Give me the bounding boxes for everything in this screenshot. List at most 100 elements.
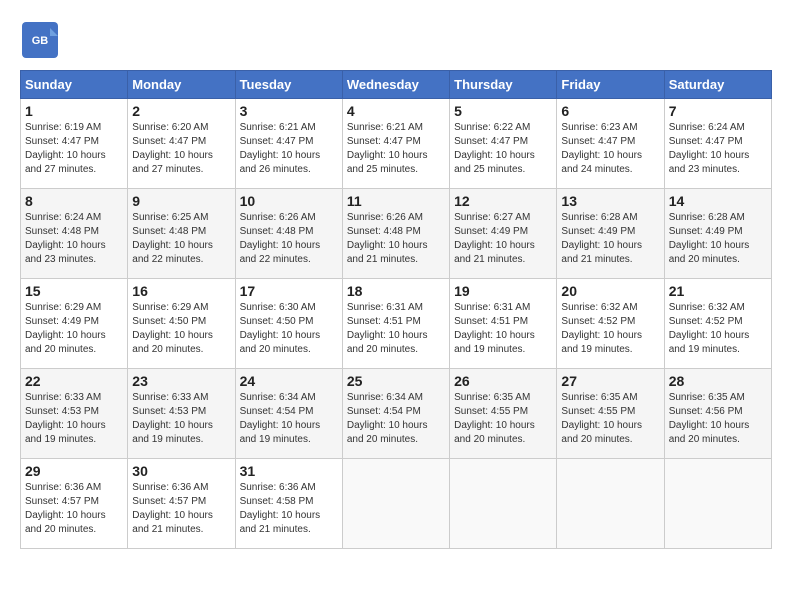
day-info: Sunrise: 6:31 AM Sunset: 4:51 PM Dayligh… bbox=[347, 301, 445, 357]
day-info: Sunrise: 6:26 AM Sunset: 4:48 PM Dayligh… bbox=[347, 211, 445, 267]
weekday-header: Thursday bbox=[450, 71, 557, 99]
weekday-header: Monday bbox=[128, 71, 235, 99]
day-info: Sunrise: 6:23 AM Sunset: 4:47 PM Dayligh… bbox=[561, 121, 659, 177]
calendar-cell: 2 Sunrise: 6:20 AM Sunset: 4:47 PM Daylig… bbox=[128, 99, 235, 189]
calendar-cell bbox=[342, 459, 449, 549]
day-number: 17 bbox=[240, 283, 338, 299]
day-number: 23 bbox=[132, 373, 230, 389]
calendar-table: SundayMondayTuesdayWednesdayThursdayFrid… bbox=[20, 70, 772, 549]
day-number: 22 bbox=[25, 373, 123, 389]
calendar-week-row: 1Sunrise: 6:19 AM Sunset: 4:47 PM Daylig… bbox=[21, 99, 772, 189]
calendar-cell: 30 Sunrise: 6:36 AM Sunset: 4:57 PM Dayli… bbox=[128, 459, 235, 549]
calendar-cell: 29 Sunrise: 6:36 AM Sunset: 4:57 PM Dayli… bbox=[21, 459, 128, 549]
day-info: Sunrise: 6:20 AM Sunset: 4:47 PM Dayligh… bbox=[132, 121, 230, 177]
day-number: 29 bbox=[25, 463, 123, 479]
day-number: 14 bbox=[669, 193, 767, 209]
day-number: 18 bbox=[347, 283, 445, 299]
day-number: 7 bbox=[669, 103, 767, 119]
calendar-cell: 6 Sunrise: 6:23 AM Sunset: 4:47 PM Daylig… bbox=[557, 99, 664, 189]
day-info: Sunrise: 6:29 AM Sunset: 4:50 PM Dayligh… bbox=[132, 301, 230, 357]
calendar-week-row: 15Sunrise: 6:29 AM Sunset: 4:49 PM Dayli… bbox=[21, 279, 772, 369]
day-number: 25 bbox=[347, 373, 445, 389]
day-info: Sunrise: 6:31 AM Sunset: 4:51 PM Dayligh… bbox=[454, 301, 552, 357]
day-info: Sunrise: 6:21 AM Sunset: 4:47 PM Dayligh… bbox=[240, 121, 338, 177]
logo-icon: GB bbox=[20, 20, 60, 60]
day-number: 30 bbox=[132, 463, 230, 479]
day-number: 10 bbox=[240, 193, 338, 209]
day-number: 9 bbox=[132, 193, 230, 209]
day-number: 20 bbox=[561, 283, 659, 299]
day-info: Sunrise: 6:36 AM Sunset: 4:57 PM Dayligh… bbox=[132, 481, 230, 537]
day-info: Sunrise: 6:22 AM Sunset: 4:47 PM Dayligh… bbox=[454, 121, 552, 177]
day-info: Sunrise: 6:33 AM Sunset: 4:53 PM Dayligh… bbox=[25, 391, 123, 447]
calendar-cell: 21 Sunrise: 6:32 AM Sunset: 4:52 PM Dayli… bbox=[664, 279, 771, 369]
day-number: 8 bbox=[25, 193, 123, 209]
weekday-row: SundayMondayTuesdayWednesdayThursdayFrid… bbox=[21, 71, 772, 99]
calendar-cell: 13 Sunrise: 6:28 AM Sunset: 4:49 PM Dayli… bbox=[557, 189, 664, 279]
calendar-week-row: 29 Sunrise: 6:36 AM Sunset: 4:57 PM Dayli… bbox=[21, 459, 772, 549]
day-number: 2 bbox=[132, 103, 230, 119]
calendar-cell: 12Sunrise: 6:27 AM Sunset: 4:49 PM Dayli… bbox=[450, 189, 557, 279]
logo: GB bbox=[20, 20, 66, 60]
day-info: Sunrise: 6:24 AM Sunset: 4:47 PM Dayligh… bbox=[669, 121, 767, 177]
day-number: 21 bbox=[669, 283, 767, 299]
day-info: Sunrise: 6:32 AM Sunset: 4:52 PM Dayligh… bbox=[669, 301, 767, 357]
day-number: 11 bbox=[347, 193, 445, 209]
calendar-week-row: 8 Sunrise: 6:24 AM Sunset: 4:48 PM Daylig… bbox=[21, 189, 772, 279]
calendar-cell: 23 Sunrise: 6:33 AM Sunset: 4:53 PM Dayli… bbox=[128, 369, 235, 459]
day-info: Sunrise: 6:26 AM Sunset: 4:48 PM Dayligh… bbox=[240, 211, 338, 267]
calendar-cell: 14 Sunrise: 6:28 AM Sunset: 4:49 PM Dayli… bbox=[664, 189, 771, 279]
day-info: Sunrise: 6:30 AM Sunset: 4:50 PM Dayligh… bbox=[240, 301, 338, 357]
day-number: 3 bbox=[240, 103, 338, 119]
day-info: Sunrise: 6:35 AM Sunset: 4:55 PM Dayligh… bbox=[454, 391, 552, 447]
calendar-cell bbox=[450, 459, 557, 549]
calendar-cell: 7 Sunrise: 6:24 AM Sunset: 4:47 PM Daylig… bbox=[664, 99, 771, 189]
day-info: Sunrise: 6:35 AM Sunset: 4:55 PM Dayligh… bbox=[561, 391, 659, 447]
calendar-cell: 5 Sunrise: 6:22 AM Sunset: 4:47 PM Daylig… bbox=[450, 99, 557, 189]
day-number: 12 bbox=[454, 193, 552, 209]
calendar-cell bbox=[664, 459, 771, 549]
day-info: Sunrise: 6:28 AM Sunset: 4:49 PM Dayligh… bbox=[561, 211, 659, 267]
calendar-cell: 3 Sunrise: 6:21 AM Sunset: 4:47 PM Daylig… bbox=[235, 99, 342, 189]
calendar-cell: 27Sunrise: 6:35 AM Sunset: 4:55 PM Dayli… bbox=[557, 369, 664, 459]
calendar-cell: 15Sunrise: 6:29 AM Sunset: 4:49 PM Dayli… bbox=[21, 279, 128, 369]
calendar-cell: 16 Sunrise: 6:29 AM Sunset: 4:50 PM Dayli… bbox=[128, 279, 235, 369]
calendar-header: SundayMondayTuesdayWednesdayThursdayFrid… bbox=[21, 71, 772, 99]
calendar-cell: 25Sunrise: 6:34 AM Sunset: 4:54 PM Dayli… bbox=[342, 369, 449, 459]
day-info: Sunrise: 6:33 AM Sunset: 4:53 PM Dayligh… bbox=[132, 391, 230, 447]
calendar-cell: 11 Sunrise: 6:26 AM Sunset: 4:48 PM Dayli… bbox=[342, 189, 449, 279]
day-info: Sunrise: 6:32 AM Sunset: 4:52 PM Dayligh… bbox=[561, 301, 659, 357]
calendar-week-row: 22 Sunrise: 6:33 AM Sunset: 4:53 PM Dayli… bbox=[21, 369, 772, 459]
calendar-cell: 26 Sunrise: 6:35 AM Sunset: 4:55 PM Dayli… bbox=[450, 369, 557, 459]
calendar-cell: 19 Sunrise: 6:31 AM Sunset: 4:51 PM Dayli… bbox=[450, 279, 557, 369]
day-info: Sunrise: 6:24 AM Sunset: 4:48 PM Dayligh… bbox=[25, 211, 123, 267]
calendar-cell: 4Sunrise: 6:21 AM Sunset: 4:47 PM Daylig… bbox=[342, 99, 449, 189]
day-number: 15 bbox=[25, 283, 123, 299]
day-info: Sunrise: 6:34 AM Sunset: 4:54 PM Dayligh… bbox=[240, 391, 338, 447]
day-number: 16 bbox=[132, 283, 230, 299]
calendar-cell: 9Sunrise: 6:25 AM Sunset: 4:48 PM Daylig… bbox=[128, 189, 235, 279]
calendar-cell: 22 Sunrise: 6:33 AM Sunset: 4:53 PM Dayli… bbox=[21, 369, 128, 459]
day-number: 31 bbox=[240, 463, 338, 479]
day-number: 26 bbox=[454, 373, 552, 389]
day-number: 6 bbox=[561, 103, 659, 119]
day-number: 13 bbox=[561, 193, 659, 209]
weekday-header: Sunday bbox=[21, 71, 128, 99]
weekday-header: Friday bbox=[557, 71, 664, 99]
day-info: Sunrise: 6:28 AM Sunset: 4:49 PM Dayligh… bbox=[669, 211, 767, 267]
day-info: Sunrise: 6:36 AM Sunset: 4:57 PM Dayligh… bbox=[25, 481, 123, 537]
day-info: Sunrise: 6:36 AM Sunset: 4:58 PM Dayligh… bbox=[240, 481, 338, 537]
day-info: Sunrise: 6:19 AM Sunset: 4:47 PM Dayligh… bbox=[25, 121, 123, 177]
calendar-cell: 17 Sunrise: 6:30 AM Sunset: 4:50 PM Dayli… bbox=[235, 279, 342, 369]
day-number: 19 bbox=[454, 283, 552, 299]
calendar-cell bbox=[557, 459, 664, 549]
calendar-cell: 1Sunrise: 6:19 AM Sunset: 4:47 PM Daylig… bbox=[21, 99, 128, 189]
calendar-body: 1Sunrise: 6:19 AM Sunset: 4:47 PM Daylig… bbox=[21, 99, 772, 549]
day-number: 24 bbox=[240, 373, 338, 389]
calendar-cell: 10 Sunrise: 6:26 AM Sunset: 4:48 PM Dayli… bbox=[235, 189, 342, 279]
calendar-cell: 20 Sunrise: 6:32 AM Sunset: 4:52 PM Dayli… bbox=[557, 279, 664, 369]
day-number: 5 bbox=[454, 103, 552, 119]
day-number: 4 bbox=[347, 103, 445, 119]
page-header: GB bbox=[20, 20, 772, 60]
weekday-header: Wednesday bbox=[342, 71, 449, 99]
